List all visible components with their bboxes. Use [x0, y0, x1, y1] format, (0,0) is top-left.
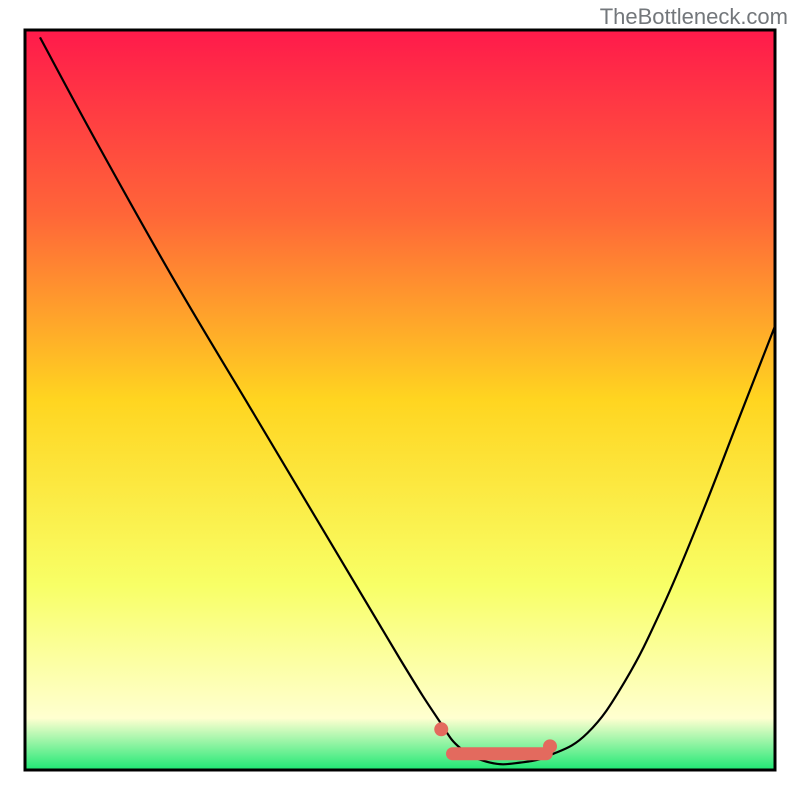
- marker-point: [434, 722, 448, 736]
- chart-container: TheBottleneck.com: [0, 0, 800, 800]
- watermark-text: TheBottleneck.com: [600, 4, 788, 30]
- bottleneck-chart: [0, 0, 800, 800]
- marker-point: [543, 739, 557, 753]
